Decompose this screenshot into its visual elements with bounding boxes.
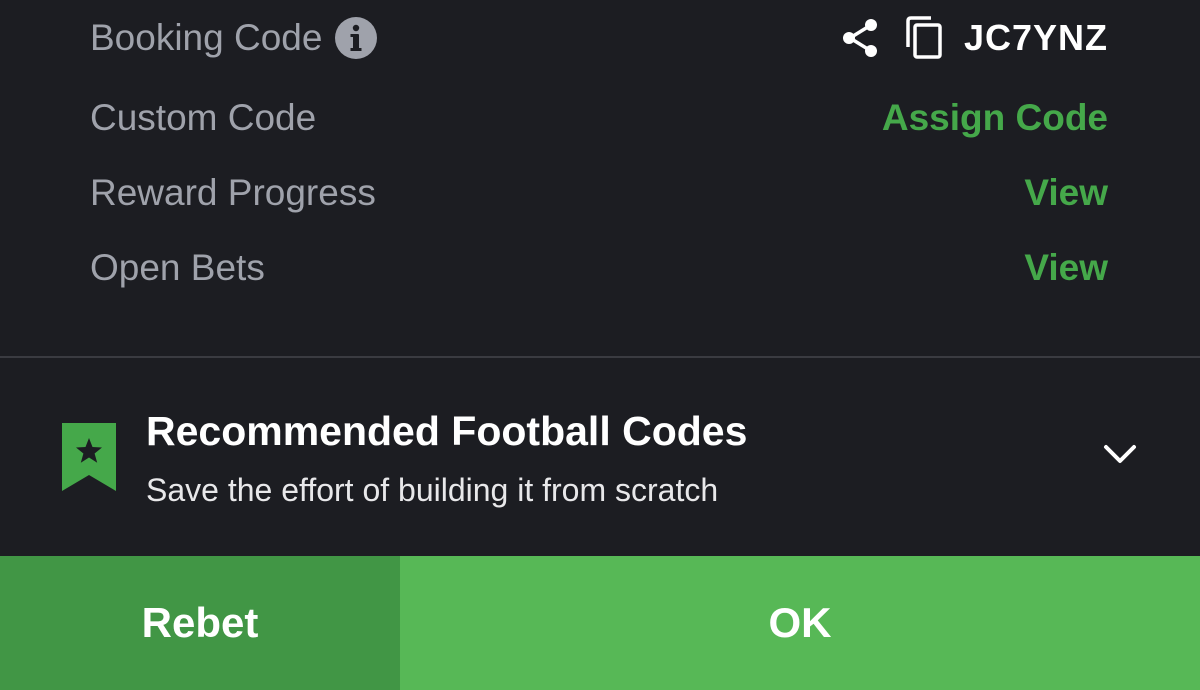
open-bets-view-link[interactable]: View [1024,247,1108,289]
copy-icon[interactable] [904,15,944,61]
booking-code-label: Booking Code [90,17,323,58]
rebet-button[interactable]: Rebet [0,556,400,690]
reward-progress-row: Reward Progress View [90,163,1108,223]
recommended-codes-section[interactable]: Recommended Football Codes Save the effo… [0,380,1200,540]
open-bets-label: Open Bets [90,247,265,288]
reward-progress-view-link[interactable]: View [1024,172,1108,214]
share-icon[interactable] [838,16,882,60]
bookmark-star-icon [62,423,116,491]
custom-code-row: Custom Code Assign Code [90,88,1108,148]
booking-code-value: JC7YNZ [963,17,1108,58]
ok-button[interactable]: OK [400,556,1200,690]
bottom-action-bar: Rebet OK [0,556,1200,690]
booking-code-actions: JC7YNZ [838,15,1108,61]
info-icon[interactable] [334,16,378,60]
recommended-subtitle: Save the effort of building it from scra… [146,472,719,508]
open-bets-row: Open Bets View [90,238,1108,298]
chevron-down-icon[interactable] [1102,442,1138,466]
section-divider [0,356,1200,358]
assign-code-link[interactable]: Assign Code [882,97,1108,139]
recommended-title: Recommended Football Codes [146,408,748,454]
booking-code-label-group: Booking Code [90,16,378,60]
custom-code-label: Custom Code [90,97,317,138]
reward-progress-label: Reward Progress [90,172,376,213]
booking-code-row: Booking Code JC7YNZ [90,8,1108,68]
